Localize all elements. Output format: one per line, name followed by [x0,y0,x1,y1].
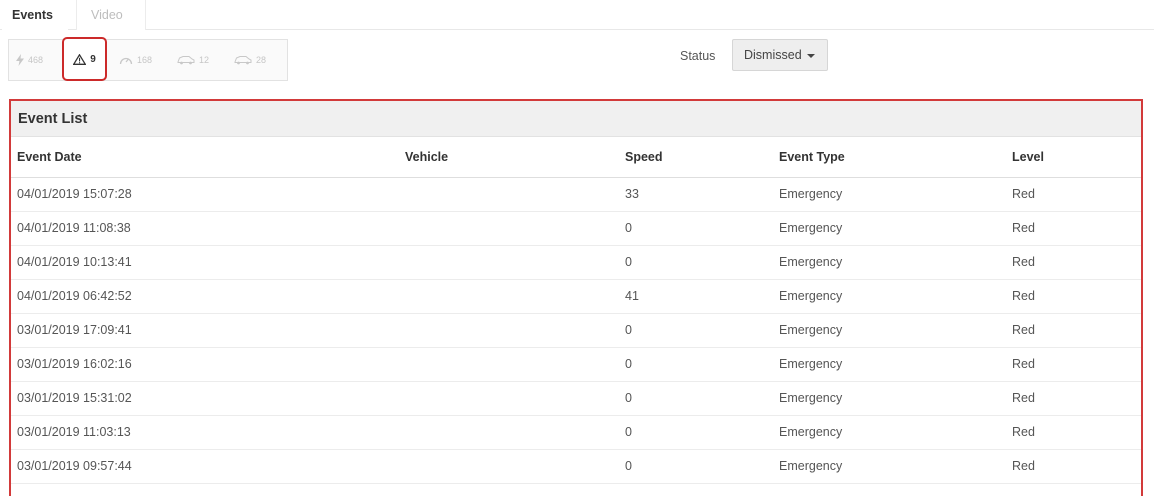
cell-vehicle [405,347,625,382]
tab-events[interactable]: Events [2,0,68,30]
table-row[interactable]: 03/01/2019 17:09:41 0 Emergency Red [11,313,1141,348]
cell-vehicle [405,177,625,212]
cell-event-date: 03/01/2019 11:03:13 [11,415,405,450]
cell-event-type: Emergency [779,449,1012,484]
tab-bar: Events Video [0,0,1154,30]
event-list-panel: Event List Event Date Vehicle Speed Even… [9,99,1143,496]
cell-speed: 0 [625,313,779,348]
cell-level: Red [1012,177,1141,212]
cell-event-type: Emergency [779,381,1012,416]
cell-event-type: Emergency [779,245,1012,280]
cell-event-date: 03/01/2019 09:57:44 [11,449,405,484]
cell-speed: 0 [625,245,779,280]
cell-vehicle [405,449,625,484]
cell-event-type: Emergency [779,347,1012,382]
cell-level: Red [1012,211,1141,246]
filter-speedometer[interactable]: 168 [119,40,152,80]
status-value: Dismissed [744,48,802,62]
table-header-row: Event Date Vehicle Speed Event Type Leve… [11,137,1141,178]
status-dropdown[interactable]: Dismissed [732,39,828,71]
cell-level: Red [1012,415,1141,450]
cell-event-date: 03/01/2019 17:09:41 [11,313,405,348]
event-type-filter-group: 468 9 168 12 28 [8,37,288,81]
warning-triangle-icon [73,53,87,65]
filter-count: 12 [199,55,210,65]
cell-speed: 0 [625,415,779,450]
cell-vehicle [405,415,625,450]
cell-level: Red [1012,313,1141,348]
table-row[interactable]: 03/01/2019 09:57:44 0 Emergency Red [11,449,1141,484]
cell-event-type: Emergency [779,415,1012,450]
column-level[interactable]: Level [1012,137,1141,178]
cell-event-type: Emergency [779,211,1012,246]
cell-vehicle [405,381,625,416]
filter-count: 168 [137,55,153,65]
cell-speed: 0 [625,381,779,416]
filter-count: 28 [256,55,267,65]
cell-speed: 0 [625,449,779,484]
cell-event-date: 04/01/2019 11:08:38 [11,211,405,246]
cell-event-type: Emergency [779,313,1012,348]
cell-vehicle [405,211,625,246]
cell-level: Red [1012,449,1141,484]
cell-vehicle [405,313,625,348]
table-row[interactable]: 04/01/2019 06:42:52 41 Emergency Red [11,279,1141,314]
cell-event-date: 03/01/2019 15:31:02 [11,381,405,416]
caret-down-icon [806,53,815,58]
filter-acceleration[interactable]: 28 [234,40,266,80]
cell-speed: 33 [625,177,779,212]
filter-count: 9 [90,53,96,65]
column-event-date[interactable]: Event Date [11,137,405,178]
cell-speed: 0 [625,347,779,382]
cell-level: Red [1012,347,1141,382]
column-vehicle[interactable]: Vehicle [405,137,625,178]
filter-speeding[interactable]: 468 [16,40,43,80]
table-row[interactable]: 04/01/2019 10:13:41 0 Emergency Red [11,245,1141,280]
cell-speed: 41 [625,279,779,314]
column-speed[interactable]: Speed [625,137,779,178]
cell-level: Red [1012,245,1141,280]
cell-level: Red [1012,279,1141,314]
cell-speed: 0 [625,211,779,246]
cell-vehicle [405,279,625,314]
panel-title: Event List [11,101,1141,137]
car-accelerate-icon [234,55,252,65]
table-row[interactable]: 04/01/2019 15:07:28 33 Emergency Red [11,177,1141,212]
table-row[interactable]: 04/01/2019 11:08:38 0 Emergency Red [11,211,1141,246]
cell-level: Red [1012,381,1141,416]
event-table: Event Date Vehicle Speed Event Type Leve… [11,137,1141,484]
filter-count: 468 [28,55,44,65]
cell-vehicle [405,245,625,280]
cell-event-date: 03/01/2019 16:02:16 [11,347,405,382]
cell-event-type: Emergency [779,177,1012,212]
table-row[interactable]: 03/01/2019 16:02:16 0 Emergency Red [11,347,1141,382]
cell-event-date: 04/01/2019 10:13:41 [11,245,405,280]
car-brake-icon [177,55,195,65]
cell-event-type: Emergency [779,279,1012,314]
filter-braking[interactable]: 12 [177,40,209,80]
table-row[interactable]: 03/01/2019 11:03:13 0 Emergency Red [11,415,1141,450]
column-event-type[interactable]: Event Type [779,137,1012,178]
tab-video[interactable]: Video [76,0,146,30]
speedometer-icon [119,54,133,66]
cell-event-date: 04/01/2019 15:07:28 [11,177,405,212]
status-label: Status [680,49,716,63]
table-row[interactable]: 03/01/2019 15:31:02 0 Emergency Red [11,381,1141,416]
speed-bolt-icon [16,54,24,66]
cell-event-date: 04/01/2019 06:42:52 [11,279,405,314]
filter-warning[interactable]: 9 [62,37,107,81]
